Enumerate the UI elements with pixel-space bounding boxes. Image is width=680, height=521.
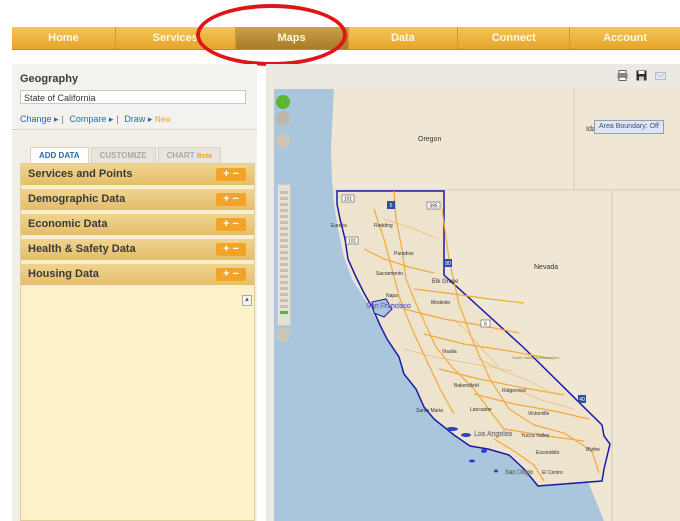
svg-text:Ridgecrest: Ridgecrest	[502, 388, 527, 394]
tab-add-data[interactable]: ADD DATA	[30, 147, 89, 164]
nav-data[interactable]: Data	[349, 27, 459, 49]
plus-minus-control: + −	[216, 268, 246, 281]
svg-text:Visalia: Visalia	[442, 349, 457, 355]
plus-icon[interactable]: +	[223, 244, 229, 255]
category-services[interactable]: Services and Points + −	[21, 164, 254, 187]
email-icon[interactable]	[655, 70, 666, 81]
category-label: Services and Points	[28, 168, 133, 180]
svg-text:San Diego: San Diego	[505, 470, 534, 476]
category-health-safety[interactable]: Health & Safety Data + −	[21, 239, 254, 262]
panel-tabs: ADD DATA CUSTOMIZE CHART Beta	[30, 147, 223, 164]
svg-text:San Francisco: San Francisco	[366, 303, 411, 310]
svg-text:Santa Maria: Santa Maria	[416, 408, 443, 414]
category-label: Economic Data	[28, 218, 108, 230]
map-panel: 101 5 395 101 80 6 40 Oregon Idaho Nevad…	[266, 64, 680, 521]
new-badge: New	[154, 115, 171, 124]
svg-text:6: 6	[484, 322, 487, 328]
svg-text:Blythe: Blythe	[586, 447, 600, 453]
compare-link[interactable]: Compare ▸	[69, 114, 113, 124]
category-economic[interactable]: Economic Data + −	[21, 214, 254, 237]
area-boundary-toggle[interactable]: Area Boundary: Off	[594, 120, 664, 134]
print-icon[interactable]	[617, 70, 628, 81]
save-icon[interactable]	[636, 70, 647, 81]
category-label: Demographic Data	[28, 193, 126, 205]
svg-text:40: 40	[579, 397, 585, 403]
info-icon[interactable]	[276, 111, 290, 125]
geography-title: Geography	[20, 73, 79, 85]
geography-section: Geography State of California Change ▸ | …	[12, 64, 257, 130]
minus-icon[interactable]: −	[233, 194, 239, 205]
plus-icon[interactable]: +	[223, 194, 229, 205]
california-map: 101 5 395 101 80 6 40 Oregon Idaho Nevad…	[274, 89, 680, 521]
nav-connect[interactable]: Connect	[458, 27, 571, 49]
svg-text:Nevada: Nevada	[534, 264, 558, 271]
minus-icon[interactable]: −	[233, 269, 239, 280]
svg-text:Lancaster: Lancaster	[470, 407, 492, 413]
svg-text:80: 80	[445, 261, 451, 267]
tab-chart-label: CHART	[166, 151, 195, 160]
category-demographic[interactable]: Demographic Data + −	[21, 189, 254, 212]
geography-links: Change ▸ | Compare ▸ | Draw ▸ New	[20, 114, 171, 124]
minus-icon[interactable]: −	[233, 219, 239, 230]
zoom-minus-icon[interactable]	[276, 328, 290, 342]
category-housing[interactable]: Housing Data + −	[21, 264, 254, 287]
geography-field[interactable]: State of California	[20, 90, 246, 104]
zoom-slider[interactable]	[277, 184, 291, 326]
svg-text:Los Angeles: Los Angeles	[474, 431, 513, 438]
svg-text:Elk Grove: Elk Grove	[432, 279, 459, 285]
svg-text:Yucca Valley: Yucca Valley	[521, 433, 550, 439]
svg-text:Bakersfield: Bakersfield	[454, 383, 479, 389]
category-label: Housing Data	[28, 268, 99, 280]
nav-account[interactable]: Account	[570, 27, 680, 49]
change-link[interactable]: Change ▸	[20, 114, 59, 124]
plus-icon[interactable]: +	[223, 169, 229, 180]
nav-home[interactable]: Home	[12, 27, 116, 49]
tab-chart[interactable]: CHART Beta	[157, 147, 221, 164]
plus-minus-control: + −	[216, 193, 246, 206]
data-list-area: ▲	[21, 289, 254, 520]
nav-maps[interactable]: Maps	[235, 27, 349, 49]
map-canvas[interactable]: 101 5 395 101 80 6 40 Oregon Idaho Nevad…	[274, 89, 680, 521]
svg-text:395: 395	[429, 204, 438, 210]
svg-text:Paradise: Paradise	[394, 251, 414, 257]
map-toolbar	[266, 64, 680, 89]
svg-text:Redding: Redding	[374, 223, 393, 229]
left-panel: Geography State of California Change ▸ | …	[12, 64, 257, 521]
nav-services[interactable]: Services	[116, 27, 236, 49]
svg-text:5: 5	[390, 203, 393, 209]
svg-text:101: 101	[348, 239, 357, 245]
draw-link[interactable]: Draw ▸	[124, 114, 152, 124]
category-label: Health & Safety Data	[28, 243, 136, 255]
minus-icon[interactable]: −	[233, 169, 239, 180]
svg-text:Death Valley National Park: Death Valley National Park	[512, 355, 560, 360]
plus-minus-control: + −	[216, 243, 246, 256]
svg-text:Modesto: Modesto	[431, 300, 450, 306]
svg-text:Napa: Napa	[386, 293, 398, 299]
zoom-plus-icon[interactable]	[276, 95, 290, 109]
svg-text:101: 101	[344, 197, 353, 203]
beta-badge: Beta	[196, 153, 212, 160]
svg-text:Oregon: Oregon	[418, 136, 441, 143]
tab-customize[interactable]: CUSTOMIZE	[90, 147, 156, 164]
svg-text:Escondido: Escondido	[536, 450, 560, 456]
plus-minus-control: + −	[216, 168, 246, 181]
plus-minus-control: + −	[216, 218, 246, 231]
plus-icon[interactable]: +	[223, 269, 229, 280]
svg-text:Eureka: Eureka	[331, 223, 347, 229]
plus-icon[interactable]: +	[223, 219, 229, 230]
main-nav: Home Services Maps Data Connect Account	[12, 27, 680, 50]
minus-icon[interactable]: −	[233, 244, 239, 255]
svg-text:Victorville: Victorville	[528, 411, 550, 417]
scroll-up-icon[interactable]: ▲	[242, 295, 252, 306]
pan-icon[interactable]	[276, 134, 290, 148]
add-data-panel: Services and Points + − Demographic Data …	[20, 163, 255, 521]
svg-text:El Centro: El Centro	[542, 470, 563, 476]
svg-text:Sacramento: Sacramento	[376, 271, 403, 277]
